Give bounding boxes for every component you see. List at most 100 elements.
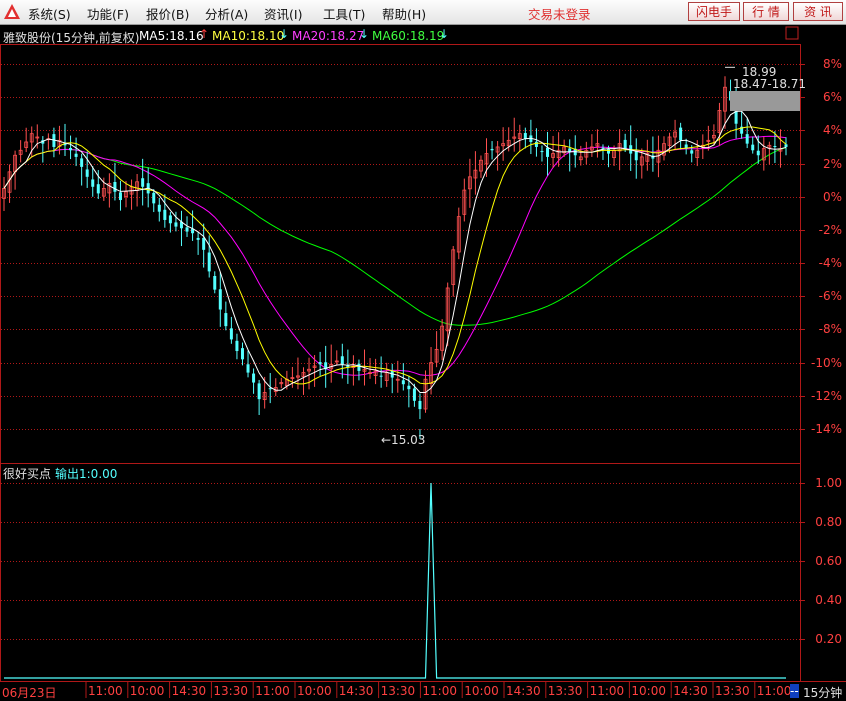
candle-body-down [202,237,206,250]
candle-body-down [407,385,411,390]
time-label: 11:00 [589,684,625,698]
candle-body-down [546,147,550,157]
buy-signal-series [4,482,786,679]
candle-body-down [490,148,494,151]
time-label: 13:30 [213,684,248,698]
candle-body-down [91,179,95,187]
period-label[interactable]: 15分钟 [803,684,842,701]
candle-body-down [96,184,100,194]
candle-body-down [163,209,167,220]
time-label: 14:30 [338,684,374,698]
candlestick-series [2,66,788,439]
date-label: 06月23日 [2,686,57,700]
candle-body-down [74,153,78,157]
ma60-label: MA60:18.19 [372,29,445,43]
candle-body-down [418,400,422,410]
candle-body-down [213,275,217,290]
ma5-label: MA5:18.16 [139,29,204,43]
time-label: 10:00 [631,684,666,698]
time-label: 13:30 [380,684,416,698]
candle-body-down [745,134,749,144]
ma10-line [3,126,787,385]
range-price-label: 18.47-18.71 [733,77,807,91]
candle-body-down [540,151,544,153]
candle-body-down [152,192,156,204]
price-tick-label: -10% [810,355,842,370]
candle-body-down [379,375,383,377]
candle-body-down [141,178,145,187]
indicator-tick-label: 0.40 [815,593,842,607]
candle-body-down [534,141,538,147]
candle-body-down [690,150,694,154]
time-label: 10:00 [464,684,499,698]
stock-info-label: 雅致股份(15分钟,前复权) [3,31,140,45]
candle-body-down [679,127,683,141]
candle-body-down [185,227,189,232]
price-tick-label: 8% [822,57,842,71]
ma5-series [3,110,787,393]
indicator-tick-label: 1.00 [815,476,842,490]
candle-body-down [235,340,239,352]
candle-body-down [207,252,211,272]
indicator-tick-label: 0.60 [815,554,842,568]
ma20-label: MA20:18.27 [292,29,365,43]
candle-body-down [224,313,228,327]
price-tick-label: 2% [822,156,842,171]
candle-body-down [218,289,222,310]
candle-body-down [246,364,250,373]
price-tick-label: -14% [810,422,842,436]
price-tick-label: -12% [810,388,842,403]
candle-body-down [268,388,272,390]
time-label: 13:30 [715,684,750,698]
ma20-series [3,135,787,376]
price-tick-label: -6% [818,289,842,304]
indicator-tick-label: 0.20 [815,632,842,646]
price-tick-label: -8% [818,322,842,337]
candle-body-down [69,147,73,151]
price-range-highlight [730,91,800,111]
candle-body-down [607,149,611,154]
indicator-name[interactable]: 很好买点 [3,465,51,482]
time-label: 13:30 [547,684,583,698]
kline-chart[interactable] [0,0,846,698]
buy-signal-line [4,482,786,679]
time-label: 11:00 [255,684,290,698]
indicator-output: 输出1:0.00 [55,467,118,481]
candle-body-down [168,215,172,224]
candle-body-down [523,133,527,139]
ma5-up-arrow-icon: ↑ [199,27,210,41]
candle-body-down [784,144,788,147]
candle-body-down [157,204,161,212]
candle-body-down [634,151,638,161]
time-label: 11:00 [88,684,123,698]
candle-body-down [229,328,233,340]
candle-body-down [240,348,244,360]
ma10-label: MA10:18.10 [212,29,285,43]
time-label: 10:00 [297,684,332,698]
candle-body-down [174,222,178,227]
candle-body-down [412,388,416,401]
indicator-tick-label: 0.80 [815,515,842,529]
ma60-line [3,147,787,326]
candle-body-down [751,144,755,151]
ma60-series [3,147,787,326]
ma5-line [3,110,787,393]
ma20-line [3,135,787,376]
time-label: 10:00 [129,684,165,698]
candle-body-down [357,363,361,371]
ma10-series [3,126,787,385]
candle-body-down [85,169,89,177]
candle-body-down [80,158,84,167]
candle-body-down [118,192,122,201]
time-label: 11:00 [756,684,792,698]
maximize-box-icon[interactable] [785,26,799,40]
low-price-label: ←15.03 [381,433,426,447]
candle-body-down [773,146,777,148]
candle-body-down [623,139,627,149]
indicator-grid [1,483,805,640]
candle-body-down [196,237,200,240]
ma10-down-arrow-icon: ↓ [279,27,290,41]
candle-body-down [318,362,322,365]
ma20-down-arrow-icon: ↓ [359,27,370,41]
ma60-down-arrow-icon: ↓ [439,27,450,41]
